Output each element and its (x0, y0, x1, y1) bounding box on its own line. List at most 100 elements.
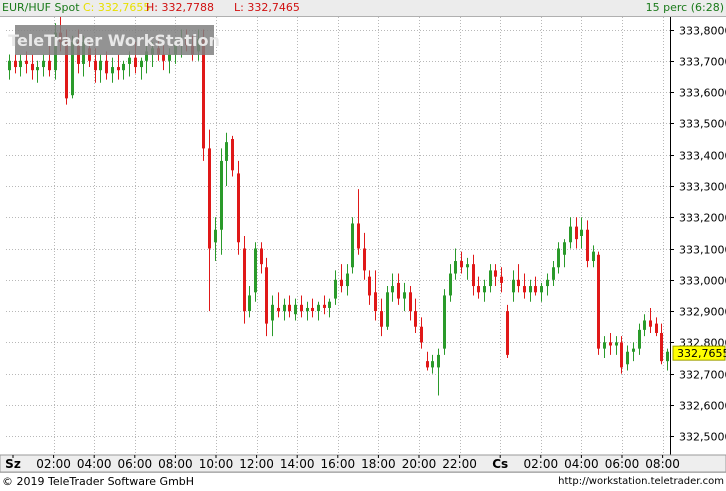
close-price: C: 332,7655 (83, 1, 151, 14)
candle-body (592, 251, 595, 262)
candle-body (277, 307, 280, 312)
y-tick-label: 332,6000 (679, 400, 726, 413)
candle-body (431, 361, 434, 368)
x-tick-label: 22:00 (442, 457, 477, 471)
candle-body (655, 323, 658, 333)
x-tick-label: 06:00 (118, 457, 153, 471)
candle-body (374, 292, 377, 312)
candle-body (220, 160, 223, 230)
candle-body (162, 54, 165, 61)
candle-body (489, 270, 492, 287)
candle-body (99, 60, 102, 71)
y-tick-label: 333,3000 (679, 181, 726, 194)
candle-body (117, 67, 120, 71)
candle-body (19, 60, 22, 68)
candle-body (36, 67, 39, 71)
candle-body (409, 292, 412, 312)
x-tick-label: 02:00 (36, 457, 71, 471)
candle-body (632, 348, 635, 352)
x-tick-label: Sz (5, 457, 21, 471)
y-tick-label: 333,2000 (679, 212, 726, 225)
candle-body (546, 279, 549, 287)
x-tick-label: 04:00 (77, 457, 112, 471)
candle-body (357, 223, 360, 249)
candle-body (466, 264, 469, 268)
candle-body (666, 351, 669, 362)
y-tick-label: 333,4000 (679, 150, 726, 163)
candle-body (300, 304, 303, 312)
y-tick-label: 332,7000 (679, 369, 726, 382)
candle-body (265, 267, 268, 324)
candle-body (317, 304, 320, 312)
candle-body (94, 60, 97, 71)
candle-body (397, 282, 400, 299)
x-tick-label: 12:00 (239, 457, 274, 471)
candle-body (569, 226, 572, 243)
candle-body (254, 248, 257, 293)
watermark-text: TeleTrader WorkStation (8, 31, 220, 50)
candle-body (523, 286, 526, 293)
candle-body (328, 301, 331, 308)
candle-body (534, 286, 537, 293)
candle-body (48, 60, 51, 71)
candle-body (649, 320, 652, 327)
candle-body (243, 248, 246, 312)
candle-body (8, 60, 11, 71)
candle-body (42, 60, 45, 68)
candle-body (563, 242, 566, 255)
candle-body (586, 229, 589, 262)
x-tick-label: Cs (492, 457, 508, 471)
y-tick-label: 332,9000 (679, 306, 726, 319)
candle-body (380, 311, 383, 327)
candle-body (225, 142, 228, 161)
candle-body (260, 248, 263, 265)
candle-body (208, 148, 211, 249)
candle-body (340, 279, 343, 287)
candle-body (391, 286, 394, 293)
copyright-text: © 2019 TeleTrader Software GmbH (2, 475, 195, 488)
y-tick-label: 333,6000 (679, 87, 726, 100)
y-axis-panel (670, 17, 726, 455)
candle-body (638, 329, 641, 349)
price-chart[interactable]: 333,8000 333,7000 333,6000 333,5000 333,4000… (0, 0, 726, 490)
candle-body (386, 292, 389, 327)
candle-body (615, 342, 618, 346)
x-tick-label: 08:00 (158, 457, 193, 471)
candle-body (231, 139, 234, 171)
candle-body (540, 286, 543, 293)
candle-body (414, 311, 417, 327)
candle-body (214, 229, 217, 243)
x-tick-label: 06:00 (605, 457, 640, 471)
candle-body (620, 342, 623, 368)
candle-body (420, 326, 423, 343)
candle-body (426, 361, 429, 368)
candle-body (25, 60, 28, 64)
y-tick-label: 333,0000 (679, 275, 726, 288)
candle-body (334, 279, 337, 299)
symbol-label: EUR/HUF Spot (2, 1, 80, 14)
candle-body (437, 354, 440, 368)
candle-body (643, 320, 646, 330)
interval-label[interactable]: 15 perc (6:28) (646, 0, 724, 16)
candle-body (626, 351, 629, 365)
candle-body (660, 332, 663, 362)
x-tick-label: 04:00 (564, 457, 599, 471)
y-tick-label: 333,8000 (679, 25, 726, 38)
candle-body (580, 229, 583, 236)
candle-body (237, 173, 240, 243)
chart-footer: © 2019 TeleTrader Software GmbH http://w… (0, 472, 726, 491)
last-price-label: 332,7655 (677, 347, 726, 360)
candle-body (168, 54, 171, 61)
candle-body (483, 286, 486, 293)
candle-body (128, 57, 131, 64)
y-tick-label: 333,7000 (679, 56, 726, 69)
candle-body (529, 286, 532, 293)
source-link[interactable]: http://workstation.teletrader.com (558, 473, 724, 491)
candle-body (140, 60, 143, 68)
candle-body (31, 63, 34, 71)
candle-body (306, 307, 309, 312)
chart-window: 333,8000 333,7000 333,6000 333,5000 333,4000… (0, 0, 726, 491)
x-tick-label: 18:00 (361, 457, 396, 471)
candle-body (294, 304, 297, 315)
candle-body (283, 304, 286, 312)
